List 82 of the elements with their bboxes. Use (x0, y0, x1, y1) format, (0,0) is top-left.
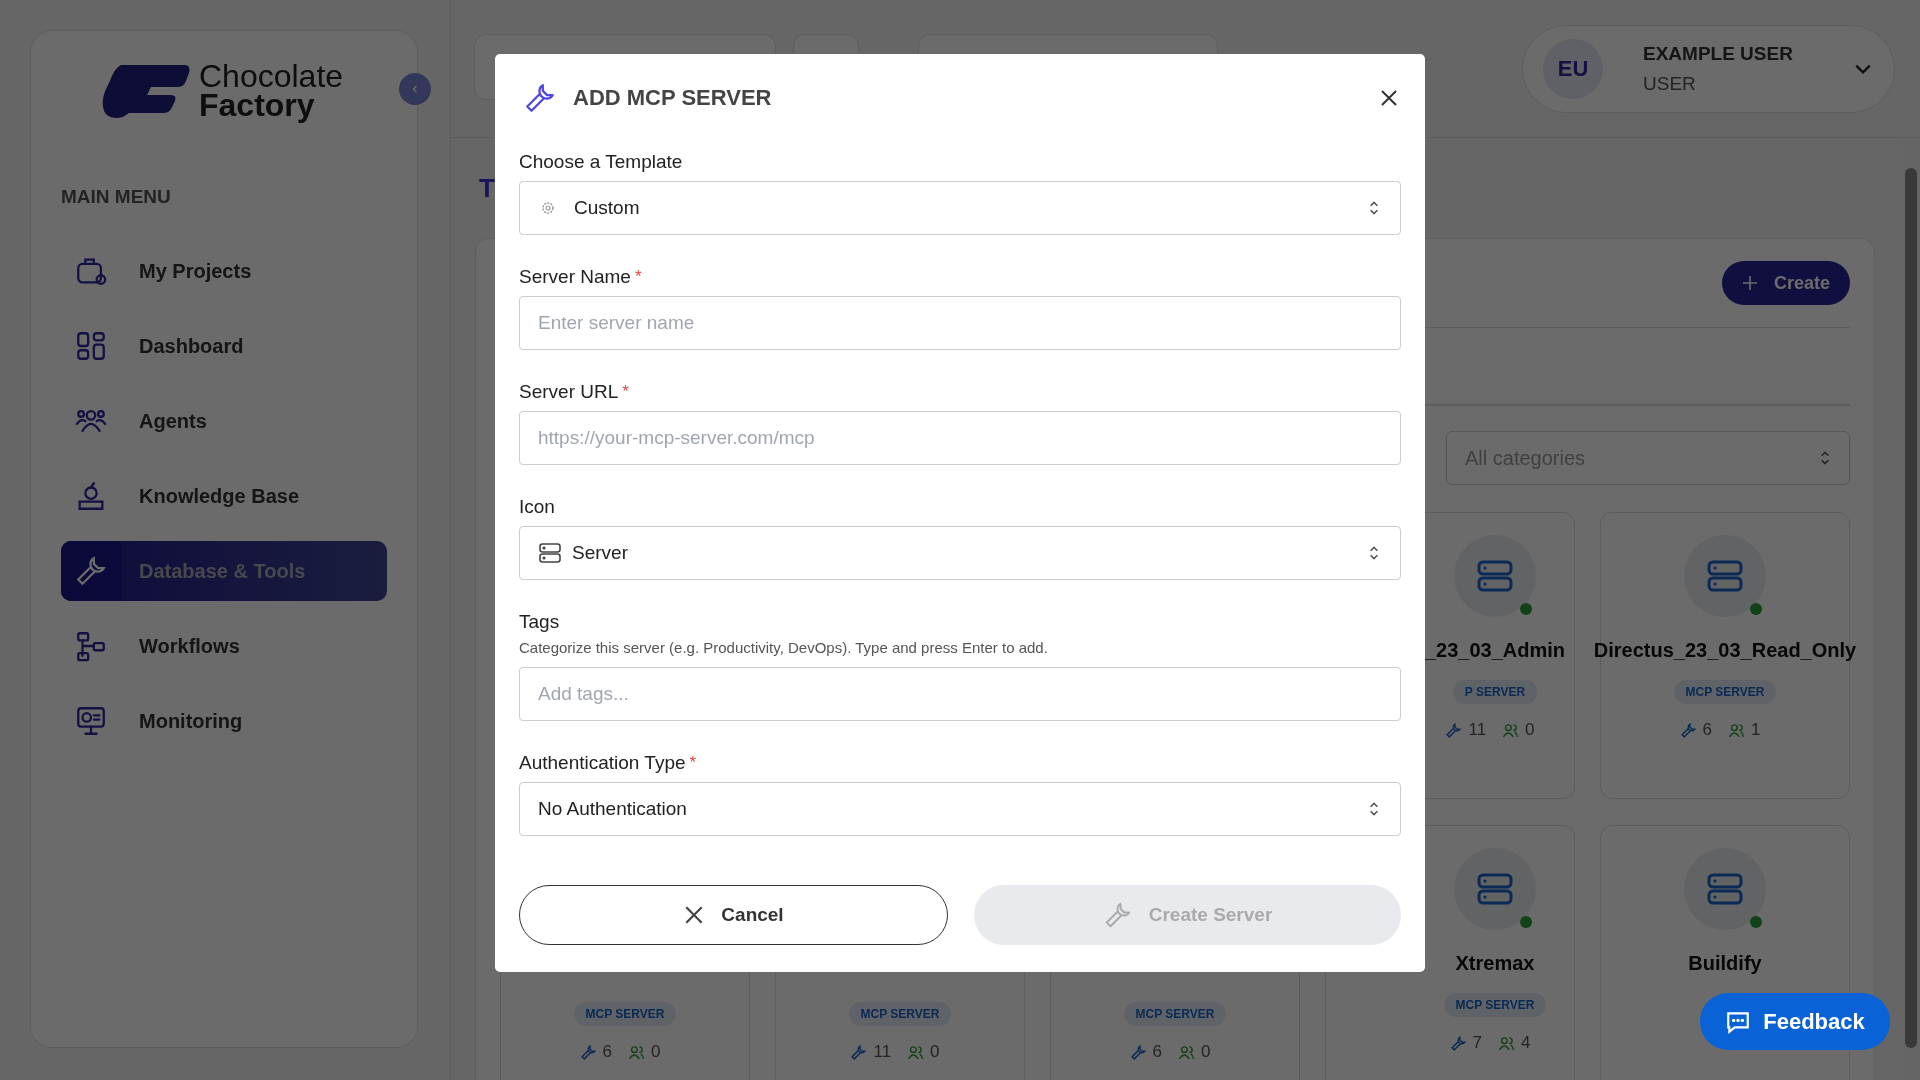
people-icon (1728, 721, 1745, 739)
wrench-icon (523, 81, 557, 115)
user-count: 4 (1521, 1033, 1531, 1053)
required-mark: * (622, 381, 629, 403)
required-mark: * (634, 266, 642, 288)
type-badge: MCP SERVER (1123, 1002, 1227, 1026)
section-title: MAIN MENU (61, 186, 172, 208)
field-hint: Categorize this server (e.g. Productivity, DevOps). Type and press Enter to add. (519, 639, 1049, 656)
wrench-icon (1679, 721, 1697, 739)
server-name: Buildify (1688, 952, 1762, 975)
menu-item[interactable]: Dashboard (61, 316, 387, 376)
user-count: 0 (1525, 720, 1535, 740)
user-role: USER (1643, 72, 1697, 95)
field-label: Icon (519, 496, 555, 518)
user-count: 0 (651, 1042, 661, 1062)
dialog-title: ADD MCP SERVER (573, 85, 772, 111)
tool-count: 6 (1152, 1042, 1162, 1062)
input-field[interactable]: https://your-mcp-server.com/mcp (519, 411, 1401, 465)
type-badge: MCP SERVER (1673, 680, 1777, 704)
sort-arrows-icon (1819, 449, 1831, 467)
user-count: 0 (1201, 1042, 1211, 1062)
gear-icon (540, 200, 556, 216)
chevron-down-icon (1854, 62, 1872, 75)
flow-icon (74, 629, 108, 663)
people-icon (907, 1043, 925, 1061)
user-count: 1 (1751, 720, 1761, 740)
logo-text: Chocolate (199, 62, 344, 91)
server-name: Directus_23_03_Read_Only (1593, 639, 1857, 662)
chevron-left-icon (410, 84, 420, 94)
type-badge: MCP SERVER (848, 1002, 952, 1026)
wrench-icon (1449, 1034, 1467, 1052)
type-badge: MCP SERVER (573, 1002, 677, 1026)
tool-count: 6 (602, 1042, 612, 1062)
cancel-button[interactable]: Cancel (519, 885, 948, 945)
user-avatar: EU (1543, 38, 1603, 99)
close-icon (1379, 88, 1399, 108)
input-field[interactable]: Add tags... (519, 667, 1401, 721)
tool-count: 7 (1472, 1033, 1482, 1053)
sort-arrows-icon (1368, 199, 1380, 217)
page-title: T (479, 172, 495, 204)
server-icon (538, 541, 562, 565)
server-name: _23_03_Admin (1424, 639, 1566, 662)
grid-icon (74, 329, 108, 363)
input-field[interactable]: Enter server name (519, 296, 1401, 350)
people-icon (1498, 1034, 1515, 1052)
menu-item[interactable]: Knowledge Base (61, 466, 387, 526)
select-field[interactable]: No Authentication (519, 782, 1401, 836)
select-field[interactable]: Server (519, 526, 1401, 580)
menu-item[interactable]: Workflows (61, 616, 387, 676)
menu-item[interactable]: My Projects (61, 241, 387, 301)
menu-item[interactable]: Monitoring (61, 691, 387, 751)
people-icon (1502, 721, 1520, 739)
sort-arrows-icon (1368, 544, 1380, 562)
plus-icon (1742, 275, 1758, 291)
field-label: Server Name (519, 266, 631, 288)
field-label: Tags (519, 611, 560, 633)
type-badge: P SERVER (1452, 680, 1538, 704)
type-badge: MCP SERVER (1443, 993, 1547, 1017)
user-name: EXAMPLE USER (1643, 42, 1793, 65)
wrench-icon (850, 1043, 868, 1061)
monitor-icon (74, 704, 108, 738)
tool-count: 11 (1468, 720, 1487, 740)
field-label: Choose a Template (519, 151, 683, 173)
people-icon (1178, 1043, 1195, 1061)
menu-item[interactable]: Agents (61, 391, 387, 451)
collapse-button[interactable] (399, 73, 431, 105)
wrench-icon (1445, 721, 1463, 739)
required-mark: * (689, 752, 697, 774)
field-label: Authentication Type (519, 752, 686, 774)
tool-count: 11 (873, 1042, 892, 1062)
user-count: 0 (930, 1042, 940, 1062)
field-label: Server URL (519, 381, 619, 403)
user-menu[interactable]: EU EXAMPLE USER USER (1522, 24, 1895, 113)
select-field[interactable]: Custom (519, 181, 1401, 235)
people-icon (628, 1043, 645, 1061)
server-name: Xtremax (1455, 952, 1535, 975)
wrench-icon (579, 1043, 597, 1061)
create-button[interactable]: Create (1722, 261, 1850, 305)
tool-count: 6 (1702, 720, 1712, 740)
feedback-button[interactable]: Feedback (1700, 993, 1890, 1050)
sort-arrows-icon (1368, 800, 1380, 818)
wrench-icon (1129, 1043, 1147, 1061)
